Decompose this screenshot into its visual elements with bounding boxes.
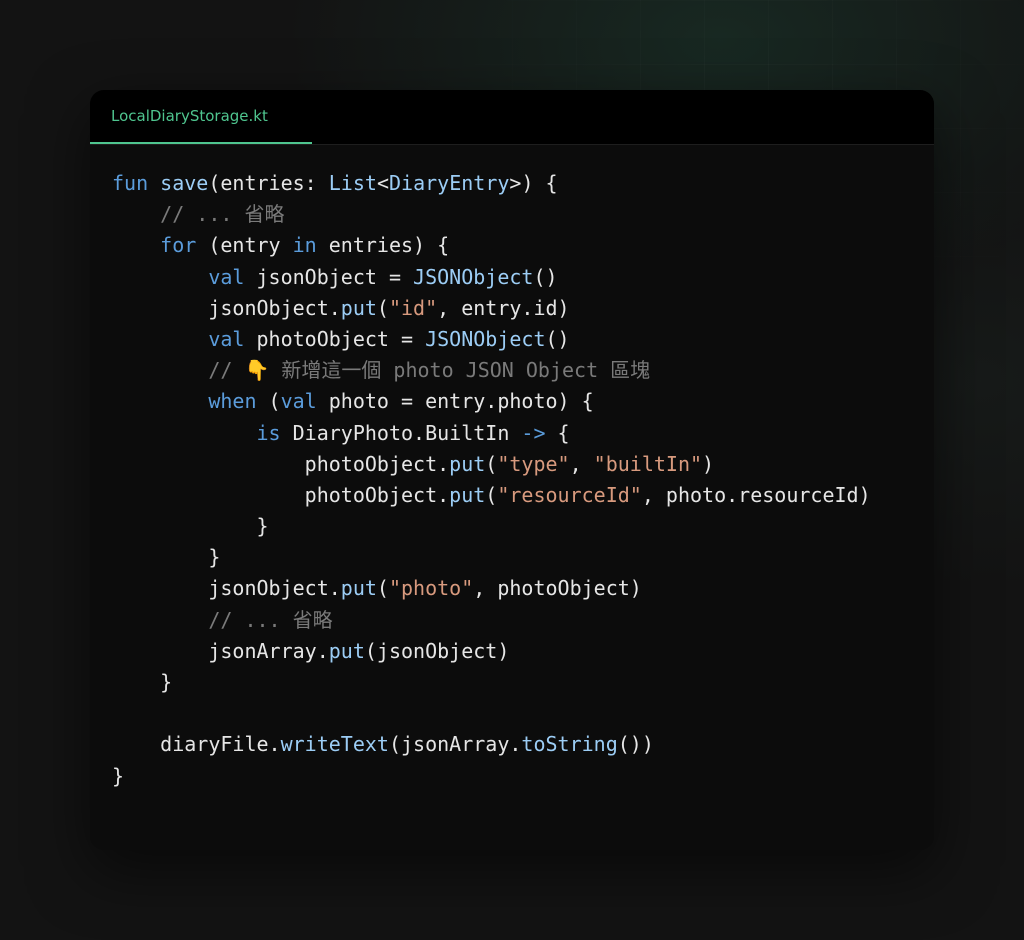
code-token-function: put (340, 295, 377, 320)
code-token-plain: DiaryPhoto.BuiltIn (280, 420, 522, 445)
code-token-plain: } (112, 763, 125, 788)
code-token-plain: , photo.resourceId) (641, 482, 871, 507)
code-token-type: List (328, 171, 377, 195)
code-token-plain: photoObject. (112, 482, 450, 507)
code-token-plain: jsonObject = (244, 264, 414, 289)
code-token-function: put (449, 482, 486, 507)
code-block[interactable]: fun save(entries: List<DiaryEntry>) { //… (112, 168, 871, 792)
code-token-plain: photoObject. (112, 451, 450, 476)
code-line: // ... 省略 (112, 605, 871, 636)
tab-filename-label: LocalDiaryStorage.kt (111, 107, 268, 125)
code-token-operator: -> (521, 420, 546, 445)
code-line: } (112, 761, 871, 792)
code-line: jsonObject.put("photo", photoObject) (112, 573, 871, 604)
code-token-string: "builtIn" (593, 451, 703, 476)
code-token-function: toString (521, 732, 618, 757)
code-token-plain: { (545, 420, 570, 445)
code-token-plain: (entries: (208, 171, 329, 195)
code-line: is DiaryPhoto.BuiltIn -> { (112, 418, 871, 449)
code-line: } (112, 511, 871, 542)
code-token-type: JSONObject (413, 264, 534, 289)
code-token-plain: , photoObject) (473, 576, 642, 601)
code-line: val jsonObject = JSONObject() (112, 262, 871, 293)
code-token-plain: (jsonArray. (388, 732, 522, 757)
code-token-plain: (entry (196, 233, 293, 258)
code-line: } (112, 542, 871, 573)
code-token-plain: photo = entry.photo) { (316, 389, 594, 414)
code-token-plain: < (376, 171, 389, 195)
code-token-plain: () (545, 326, 570, 351)
code-line: // 👇 新增這一個 photo JSON Object 區塊 (112, 355, 871, 386)
code-token-plain: , entry.id) (437, 295, 570, 320)
code-token-plain: >) { (509, 171, 558, 195)
code-line: when (val photo = entry.photo) { (112, 386, 871, 417)
code-line: fun save(entries: List<DiaryEntry>) { (112, 168, 871, 199)
code-token-keyword: val (280, 389, 317, 414)
code-token-plain: ) (702, 451, 715, 476)
code-token-plain: jsonObject. (112, 576, 341, 601)
code-token-plain: ( (376, 295, 389, 320)
code-token-plain: jsonObject. (112, 295, 341, 320)
code-line: jsonObject.put("id", entry.id) (112, 293, 871, 324)
code-token-comment: // ... 省略 (208, 607, 333, 632)
code-token-plain: () (533, 264, 558, 289)
code-token-function: put (328, 638, 365, 663)
code-token-plain: , (569, 451, 594, 476)
code-token-string: "id" (388, 295, 438, 320)
code-line: val photoObject = JSONObject() (112, 324, 871, 355)
code-token-plain: } (112, 514, 269, 539)
code-token-plain: (jsonObject) (364, 638, 510, 663)
code-token-plain: ( (256, 389, 281, 414)
code-line: // ... 省略 (112, 199, 871, 230)
code-line: photoObject.put("type", "builtIn") (112, 449, 871, 480)
code-line: photoObject.put("resourceId", photo.reso… (112, 480, 871, 511)
code-token-plain: ( (485, 482, 498, 507)
code-token-string: "photo" (388, 576, 474, 601)
code-token-type: JSONObject (425, 326, 546, 351)
code-token-plain: ()) (617, 732, 654, 757)
code-line: diaryFile.writeText(jsonArray.toString()… (112, 729, 871, 760)
code-token-plain: ( (485, 451, 498, 476)
code-token-keyword: is (256, 420, 281, 445)
code-token-function: put (340, 576, 377, 601)
code-token-string: "type" (497, 451, 570, 476)
code-token-function: writeText (280, 732, 389, 757)
code-token-function: put (449, 451, 486, 476)
tab-bar: LocalDiaryStorage.kt (90, 90, 934, 145)
code-token-string: "resourceId" (497, 482, 642, 507)
code-token-plain: } (112, 670, 173, 694)
code-token-plain: entries) { (316, 233, 450, 258)
code-line: jsonArray.put(jsonObject) (112, 636, 871, 667)
code-token-keyword: for (160, 233, 197, 258)
code-token-function: save (160, 171, 209, 195)
code-token-keyword: val (208, 326, 245, 351)
code-token-plain: ( (376, 576, 389, 601)
code-token-keyword: in (292, 233, 317, 258)
code-line: for (entry in entries) { (112, 230, 871, 261)
tab-local-diary-storage[interactable]: LocalDiaryStorage.kt (90, 90, 312, 144)
code-token-plain: jsonArray. (112, 638, 329, 663)
code-token-keyword: fun (112, 171, 149, 195)
code-token-comment: // 👇 新增這一個 photo JSON Object 區塊 (208, 358, 651, 383)
code-line: } (112, 667, 871, 698)
code-window: LocalDiaryStorage.kt fun save(entries: L… (90, 90, 934, 850)
code-token-keyword: when (208, 389, 257, 414)
code-token-type: DiaryEntry (388, 171, 510, 195)
code-token-keyword: val (208, 264, 245, 289)
code-token-plain: photoObject = (244, 326, 426, 351)
code-token-comment: // ... 省略 (160, 202, 285, 227)
code-token-plain: } (112, 545, 221, 570)
code-token-plain: diaryFile. (112, 732, 281, 757)
